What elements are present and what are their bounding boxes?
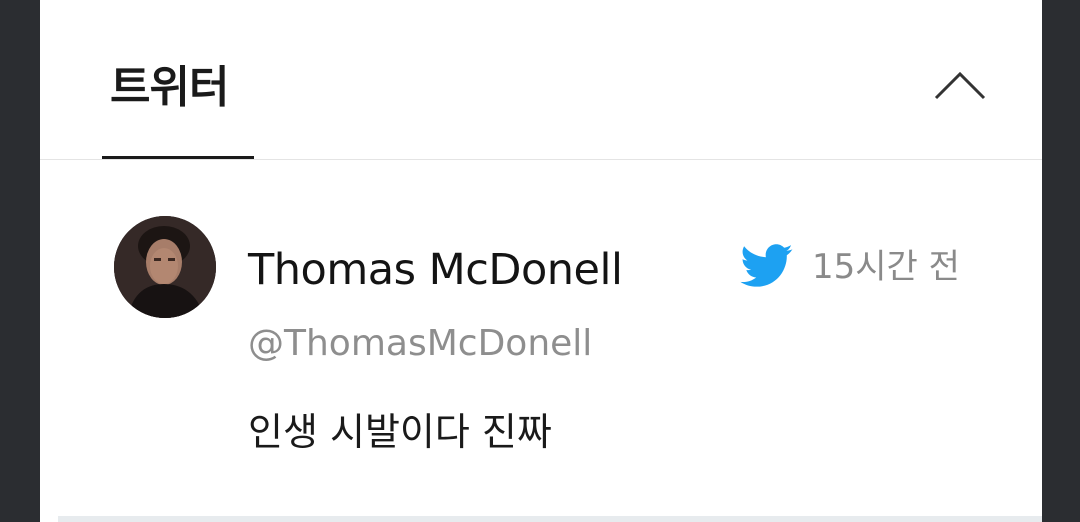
twitter-card: 트위터 Thomas McDonell 15시간 전 @ThomasMcDone…: [40, 0, 1042, 522]
chevron-up-icon: [934, 71, 986, 100]
avatar[interactable]: [114, 216, 216, 318]
tweet-text: 인생 시발이다 진짜: [248, 410, 552, 454]
tweet-item[interactable]: Thomas McDonell 15시간 전 @ThomasMcDonell 인…: [40, 160, 1042, 516]
author-name[interactable]: Thomas McDonell: [248, 240, 623, 300]
section-header: 트위터: [40, 0, 1042, 160]
twitter-bird-icon: [740, 244, 793, 287]
author-handle[interactable]: @ThomasMcDonell: [248, 318, 592, 370]
avatar-photo: [114, 216, 216, 318]
active-tab-indicator: [102, 156, 254, 159]
tab-twitter[interactable]: 트위터: [110, 58, 229, 118]
next-section-edge: [58, 516, 1042, 522]
tweet-timestamp: 15시간 전: [812, 247, 960, 287]
collapse-button[interactable]: [930, 62, 990, 106]
